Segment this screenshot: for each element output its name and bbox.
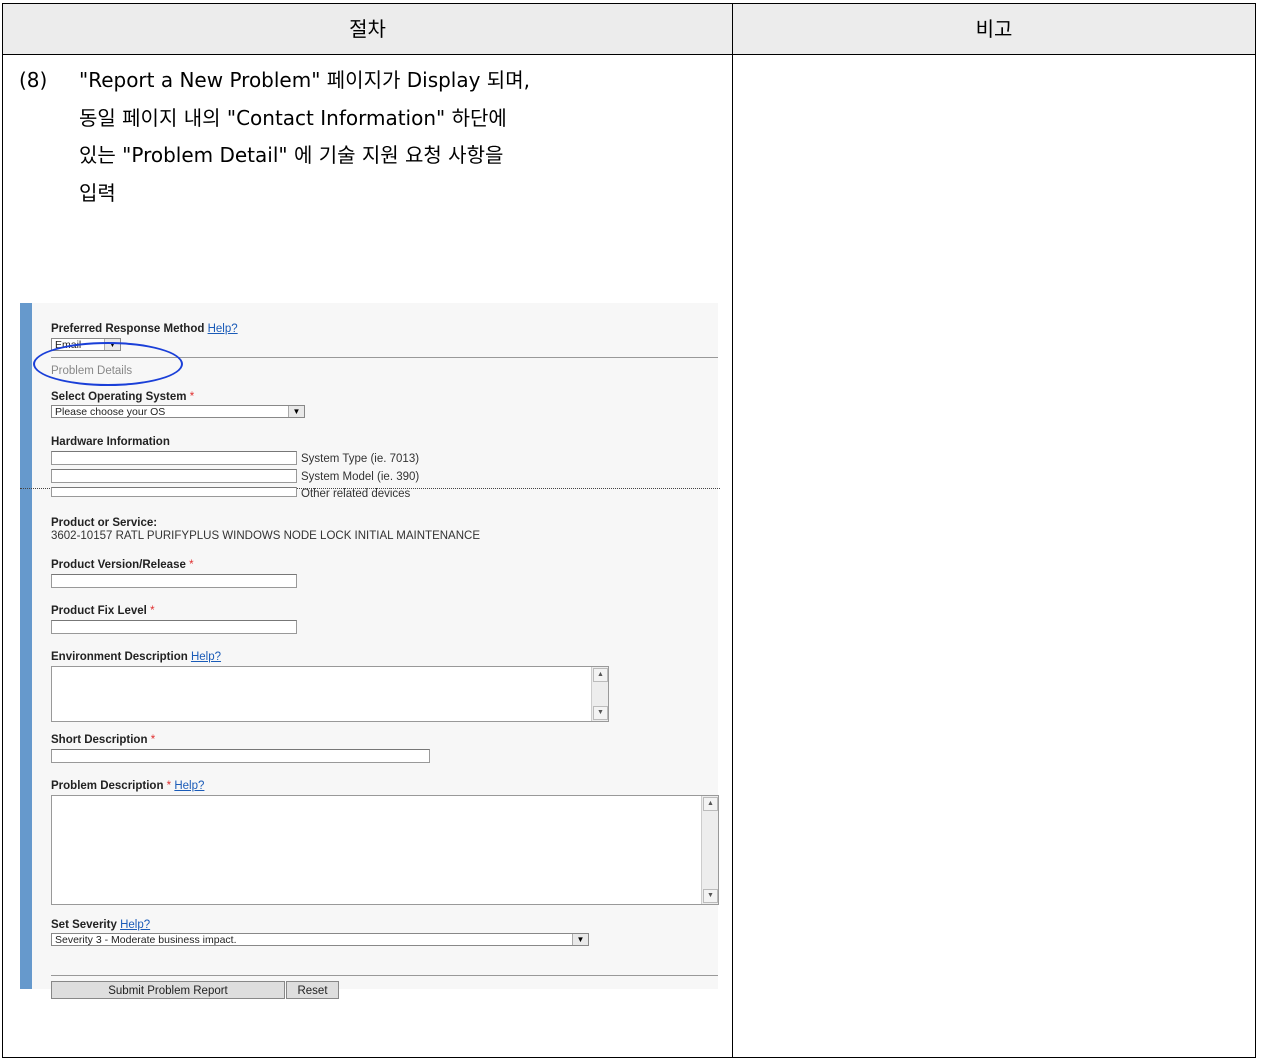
product-label: Product or Service: xyxy=(51,517,158,529)
procedure-table: 절차 비고 (8) "Report a New Problem" 페이지가 Di… xyxy=(2,3,1256,1058)
env-textarea[interactable]: ▲ ▼ xyxy=(51,666,609,722)
short-description-label: Short Description * xyxy=(51,734,156,746)
section-title: Problem Details xyxy=(51,365,133,377)
fix-level-input[interactable] xyxy=(51,620,297,634)
chevron-down-icon: ▼ xyxy=(572,934,588,945)
reset-button[interactable]: Reset xyxy=(286,981,339,999)
env-label: Environment Description Help? xyxy=(51,651,222,663)
step-line: "Report a New Problem" 페이지가 Display 되며, xyxy=(79,68,530,92)
help-link[interactable]: Help? xyxy=(120,919,150,931)
header-procedure-label: 절차 xyxy=(349,17,386,41)
help-link[interactable]: Help? xyxy=(208,323,238,335)
scrollbar[interactable]: ▲ ▼ xyxy=(701,796,718,904)
hardware-label: Hardware Information xyxy=(51,436,170,448)
other-devices-input[interactable] xyxy=(51,487,297,497)
scrollbar[interactable]: ▲ ▼ xyxy=(591,667,608,721)
preferred-response-label: Preferred Response Method Help? xyxy=(51,323,238,335)
scroll-up-icon[interactable]: ▲ xyxy=(703,797,718,811)
divider xyxy=(51,975,718,976)
scroll-down-icon[interactable]: ▼ xyxy=(703,889,718,903)
help-link[interactable]: Help? xyxy=(174,780,204,792)
fix-level-label: Product Fix Level * xyxy=(51,605,155,617)
remarks-cell xyxy=(732,54,1256,1058)
short-description-input[interactable] xyxy=(51,749,430,763)
system-model-input[interactable] xyxy=(51,469,297,483)
system-type-label: System Type (ie. 7013) xyxy=(301,453,420,465)
os-select[interactable]: Please choose your OS ▼ xyxy=(51,405,305,418)
scroll-up-icon[interactable]: ▲ xyxy=(593,668,608,682)
scroll-down-icon[interactable]: ▼ xyxy=(593,706,608,720)
left-accent-bar xyxy=(20,303,32,989)
chevron-down-icon: ▼ xyxy=(288,406,304,417)
header-remarks-label: 비고 xyxy=(975,17,1013,41)
highlight-ellipse xyxy=(33,342,183,386)
system-type-input[interactable] xyxy=(51,451,297,465)
step-number: (8) xyxy=(19,68,48,92)
system-model-label: System Model (ie. 390) xyxy=(301,471,420,483)
step-line: 입력 xyxy=(79,180,116,205)
header-procedure: 절차 xyxy=(2,3,733,55)
step-text: (8) "Report a New Problem" 페이지가 Display … xyxy=(19,55,719,212)
header-remarks: 비고 xyxy=(732,3,1256,55)
procedure-cell: (8) "Report a New Problem" 페이지가 Display … xyxy=(2,54,733,1058)
help-link[interactable]: Help? xyxy=(191,651,221,663)
version-input[interactable] xyxy=(51,574,297,588)
version-label: Product Version/Release * xyxy=(51,559,194,571)
embedded-form-screenshot: Preferred Response Method Help? Email ▼ P… xyxy=(20,303,720,999)
step-line: 있는 "Problem Detail" 에 기술 지원 요청 사항을 xyxy=(79,143,504,167)
problem-description-textarea[interactable]: ▲ ▼ xyxy=(51,795,719,905)
other-devices-label: Other related devices xyxy=(301,488,411,500)
severity-label: Set Severity Help? xyxy=(51,919,151,931)
product-value: 3602-10157 RATL PURIFYPLUS WINDOWS NODE … xyxy=(51,530,481,542)
os-label: Select Operating System * xyxy=(51,391,195,403)
severity-select[interactable]: Severity 3 - Moderate business impact. ▼ xyxy=(51,933,589,946)
problem-description-label: Problem Description * Help? xyxy=(51,780,205,792)
submit-problem-report-button[interactable]: Submit Problem Report xyxy=(51,981,285,999)
step-line: 동일 페이지 내의 "Contact Information" 하단에 xyxy=(79,105,507,130)
